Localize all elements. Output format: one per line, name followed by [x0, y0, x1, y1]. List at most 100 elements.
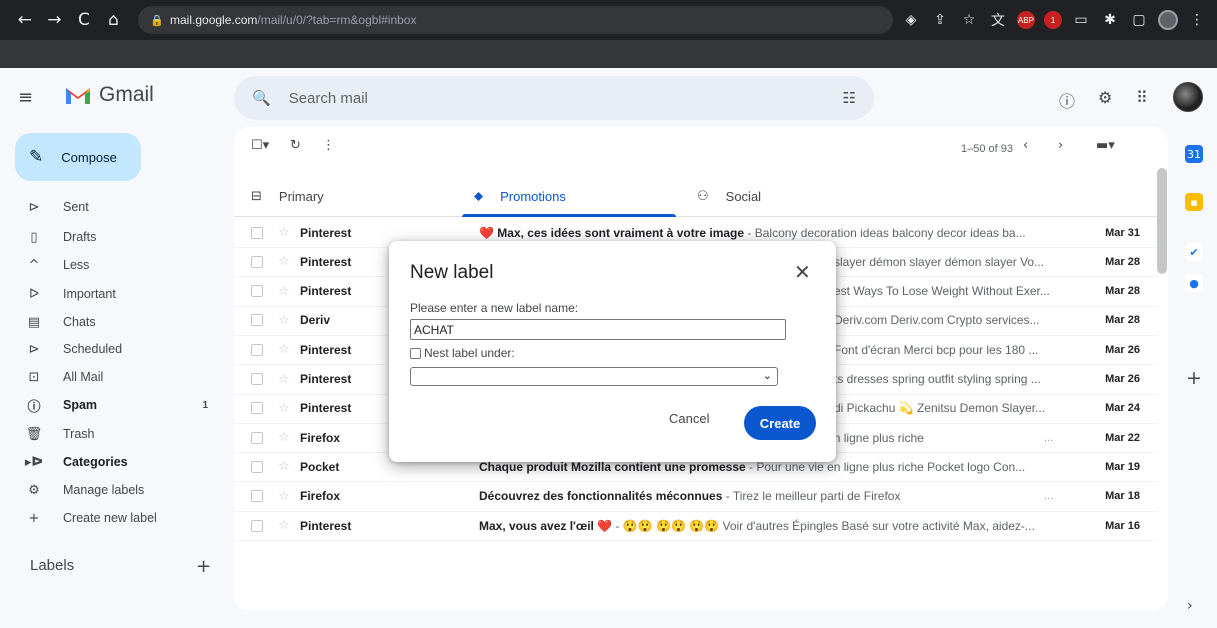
gmail-logo[interactable]: Gmail [64, 83, 154, 107]
sidebar-item-create-new-label[interactable]: + Create new label [0, 506, 222, 530]
extension-dots-icon[interactable]: ▭ [1071, 12, 1091, 28]
parent-label-select[interactable]: ⌄ [410, 367, 778, 386]
browser-menu-icon[interactable]: ⋮ [1187, 12, 1207, 28]
tasks-icon[interactable]: ✔ [1185, 243, 1203, 261]
row-checkbox[interactable] [251, 431, 263, 444]
labels-heading: Labels [30, 557, 75, 574]
settings-gear-icon[interactable]: ⚙ [1098, 88, 1112, 107]
sidebar-item-all-mail[interactable]: ⊡ All Mail [0, 365, 222, 389]
reload-icon[interactable]: C [69, 10, 99, 30]
sidebar-item-label: Spam [63, 398, 98, 412]
star-icon[interactable]: ☆ [278, 284, 290, 299]
star-icon[interactable]: ☆ [278, 489, 290, 504]
row-checkbox[interactable] [251, 402, 263, 415]
more-actions-icon[interactable]: ⋮ [322, 138, 335, 153]
star-icon[interactable]: ☆ [278, 430, 290, 445]
email-row[interactable]: ☆ Pinterest Max, vous avez l'œil ❤️ - 😲😲 😲… [234, 511, 1158, 541]
main-menu-icon[interactable]: ≡ [18, 87, 36, 108]
sidebar-item-manage-labels[interactable]: ⚙ Manage labels [0, 478, 222, 502]
next-page-icon[interactable]: › [1058, 138, 1063, 153]
tab-primary[interactable]: ⊟ Primary [251, 175, 324, 217]
sidebar-item-spam[interactable]: ⓘ Spam 1 [0, 393, 222, 417]
adblock-extension-icon[interactable]: ABP [1016, 11, 1035, 29]
keep-icon[interactable]: ▪ [1185, 193, 1203, 211]
search-icon[interactable]: 🔍 [252, 89, 271, 107]
row-checkbox[interactable] [251, 314, 263, 327]
show-side-panel-icon[interactable]: › [1187, 598, 1193, 614]
close-icon[interactable]: ✕ [794, 260, 811, 284]
star-icon[interactable]: ☆ [278, 401, 290, 416]
forward-icon[interactable]: → [40, 10, 70, 30]
row-checkbox[interactable] [251, 519, 263, 532]
star-icon[interactable]: ☆ [278, 459, 290, 474]
share-icon[interactable]: ⇪ [930, 12, 950, 28]
apps-grid-icon[interactable]: ⠿ [1136, 88, 1148, 107]
browser-profile-avatar[interactable] [1157, 10, 1178, 30]
sidebar-item-drafts[interactable]: ▯ Drafts [0, 225, 222, 249]
email-snippet: est Ways To Lose Weight Without Exer... [834, 284, 1050, 299]
translate-icon[interactable]: 文 [988, 10, 1008, 30]
select-all-checkbox[interactable]: ☐▾ [251, 138, 269, 153]
label-name-input[interactable] [410, 319, 786, 340]
active-tab-indicator [462, 214, 676, 217]
back-icon[interactable]: ← [10, 10, 40, 30]
star-icon[interactable]: ☆ [278, 518, 290, 533]
nest-label-row[interactable]: Nest label under: [410, 346, 515, 360]
calendar-icon[interactable]: 31 [1185, 145, 1203, 163]
star-icon[interactable]: ☆ [278, 254, 290, 269]
prev-page-icon[interactable]: ‹ [1023, 138, 1028, 153]
email-row[interactable]: ☆ Firefox Découvrez des fonctionnalités mé… [234, 482, 1158, 512]
sidebar-item-sent[interactable]: ⊳ Sent [0, 195, 222, 219]
sidepanel-icon[interactable]: ▢ [1129, 12, 1149, 28]
row-checkbox[interactable] [251, 226, 263, 239]
address-bar[interactable]: 🔒 mail.google.com/mail/u/0/?tab=rm&ogbl#… [138, 6, 893, 34]
get-addons-icon[interactable]: + [1186, 367, 1202, 389]
tab-social[interactable]: ⚇ Social [697, 175, 761, 217]
sidebar-item-important[interactable]: ᐅ Important [0, 282, 222, 306]
search-input[interactable]: Search mail [289, 90, 368, 107]
sidebar-item-label: Sent [63, 200, 89, 214]
input-tools-icon[interactable]: ▬▾ [1096, 138, 1115, 153]
cancel-button[interactable]: Cancel [669, 411, 709, 426]
search-bar[interactable]: 🔍 Search mail ☷ [234, 76, 874, 120]
row-checkbox[interactable] [251, 255, 263, 268]
extension-badge-icon[interactable]: 1 [1043, 11, 1062, 29]
row-checkbox[interactable] [251, 490, 263, 503]
tab-label: Promotions [500, 188, 566, 204]
bookmark-star-icon[interactable]: ☆ [959, 12, 979, 28]
help-icon[interactable]: ⓘ [1059, 88, 1075, 112]
nest-label-checkbox[interactable] [410, 347, 421, 359]
star-icon[interactable]: ☆ [278, 313, 290, 328]
sidebar-item-chats[interactable]: ▤ Chats [0, 310, 222, 334]
add-label-icon[interactable]: + [196, 556, 211, 577]
eye-icon[interactable]: ◈ [901, 12, 921, 28]
contacts-icon[interactable]: ● [1185, 274, 1203, 292]
pagination-label: 1–50 of 93 [961, 143, 1013, 155]
email-preview: ts dresses spring outfit styling spring … [834, 372, 1064, 386]
sidebar-item-categories[interactable]: ▸ᐅ Categories [0, 450, 222, 474]
home-icon[interactable]: ⌂ [99, 10, 129, 30]
star-icon[interactable]: ☆ [278, 342, 290, 357]
row-checkbox[interactable] [251, 373, 263, 385]
search-options-icon[interactable]: ☷ [843, 89, 856, 107]
refresh-icon[interactable]: ↻ [290, 138, 301, 153]
row-checkbox[interactable] [251, 460, 263, 473]
gmail-wordmark: Gmail [99, 83, 154, 106]
lock-icon[interactable]: 🔒 [150, 14, 164, 27]
tab-promotions[interactable]: ⬥ Promotions [474, 175, 566, 217]
email-preview: Deriv.com Deriv.com Crypto services... [834, 313, 1064, 327]
email-snippet: - 😲😲 😲😲 😲😲 Voir d'autres Épingles Basé s… [612, 518, 1035, 533]
sidebar-item-label: Create new label [63, 511, 157, 525]
account-avatar[interactable] [1173, 82, 1203, 112]
sidebar-item-trash[interactable]: 🗑 Trash [0, 422, 222, 446]
inbox-scrollbar[interactable] [1157, 168, 1167, 274]
star-icon[interactable]: ☆ [278, 372, 290, 387]
puzzle-icon[interactable]: ✱ [1100, 12, 1120, 28]
star-icon[interactable]: ☆ [278, 225, 290, 240]
row-checkbox[interactable] [251, 343, 263, 356]
sidebar-item-scheduled[interactable]: ⊳ Scheduled [0, 337, 222, 361]
sidebar-item-less[interactable]: ^ Less [0, 253, 222, 277]
create-button[interactable]: Create [744, 406, 816, 440]
row-checkbox[interactable] [251, 285, 263, 298]
compose-button[interactable]: ✎ Compose [15, 133, 141, 181]
